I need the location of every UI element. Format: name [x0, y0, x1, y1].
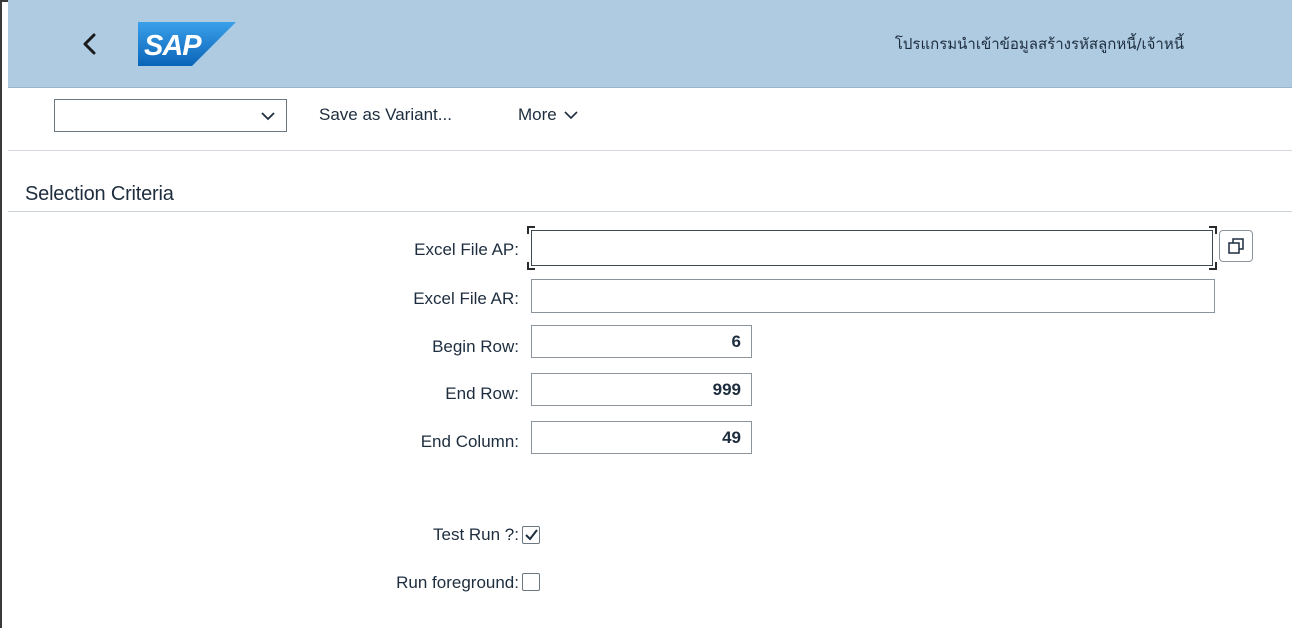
run-foreground-label: Run foreground:: [396, 573, 519, 592]
page-title: โปรแกรมนำเข้าข้อมูลสร้างรหัสลูกหนี้/เจ้า…: [894, 35, 1184, 53]
back-button[interactable]: [70, 24, 110, 64]
excel-file-ar-input[interactable]: [531, 279, 1215, 313]
excel-file-ap-input[interactable]: [531, 230, 1213, 266]
end-column-input[interactable]: 49: [531, 421, 752, 454]
end-row-label: End Row:: [445, 384, 519, 403]
checkmark-icon: [525, 529, 538, 541]
chevron-down-icon: [564, 111, 578, 120]
end-row-input[interactable]: 999: [531, 373, 752, 406]
focus-corner: [1209, 226, 1217, 234]
value-help-button[interactable]: [1219, 230, 1253, 262]
save-as-variant-button[interactable]: Save as Variant...: [319, 105, 452, 125]
test-run-label: Test Run ?:: [433, 525, 519, 544]
chevron-down-icon: [261, 112, 275, 121]
focus-corner: [527, 262, 535, 270]
focus-corner: [1209, 262, 1217, 270]
begin-row-input[interactable]: 6: [531, 325, 752, 358]
sap-logo: SAP: [138, 22, 236, 66]
value-help-icon: [1228, 238, 1244, 254]
test-run-checkbox[interactable]: [522, 526, 540, 544]
run-foreground-checkbox[interactable]: [522, 573, 540, 591]
chevron-left-icon: [83, 33, 96, 55]
excel-file-ap-label: Excel File AP:: [414, 240, 519, 259]
variant-select[interactable]: [54, 99, 287, 132]
svg-text:SAP: SAP: [144, 30, 202, 62]
focus-corner: [527, 226, 535, 234]
more-button-label: More: [518, 105, 557, 124]
section-divider: [8, 211, 1292, 212]
shell-bar: SAP โปรแกรมนำเข้าข้อมูลสร้างรหัสลูกหนี้/…: [8, 0, 1292, 88]
excel-file-ar-label: Excel File AR:: [413, 289, 519, 308]
section-title: Selection Criteria: [25, 183, 174, 205]
toolbar: Save as Variant... More: [8, 88, 1292, 151]
begin-row-label: Begin Row:: [432, 337, 519, 356]
more-button[interactable]: More: [518, 105, 579, 125]
end-column-label: End Column:: [420, 432, 519, 451]
